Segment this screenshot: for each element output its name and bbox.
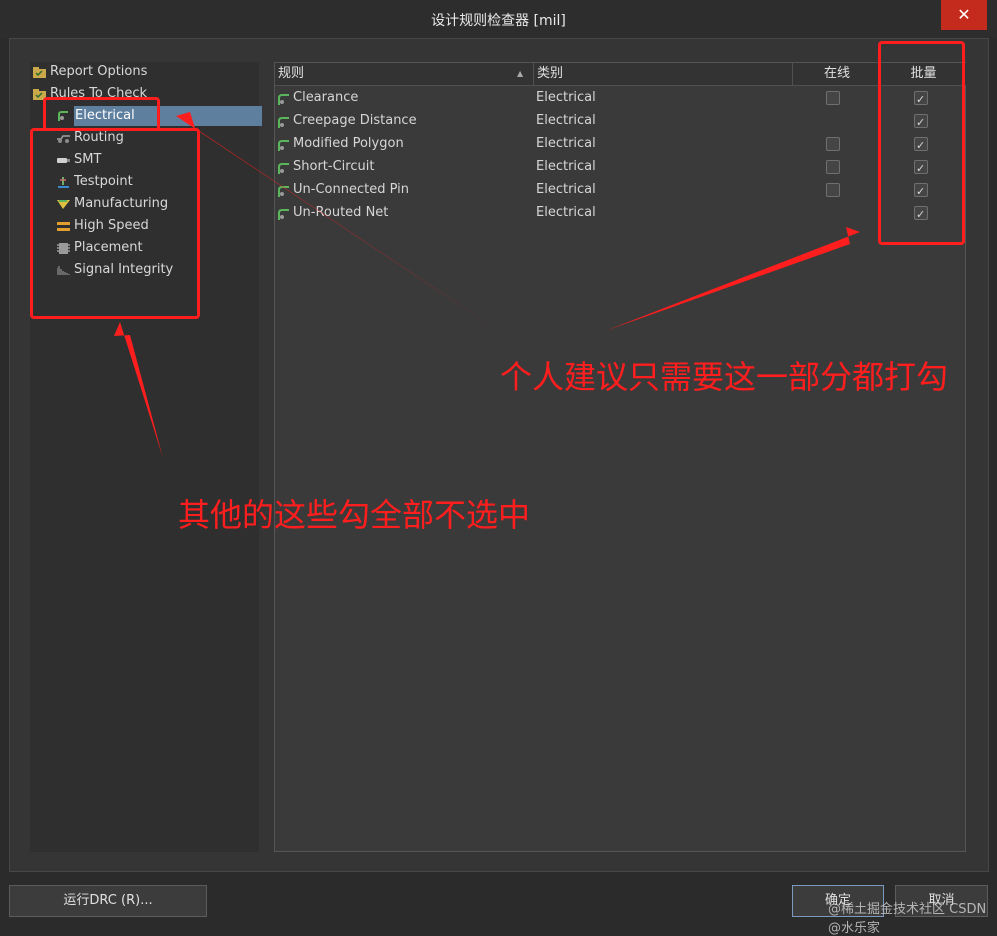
annotation-left-note: 其他的这些勾全部不选中 xyxy=(178,496,531,534)
annotation-arrows xyxy=(114,112,860,458)
watermark: @稀土掘金技术社区 CSDN @水乐家 xyxy=(828,902,987,936)
annotation-right-note: 个人建议只需要这一部分都打勾 xyxy=(500,358,949,396)
